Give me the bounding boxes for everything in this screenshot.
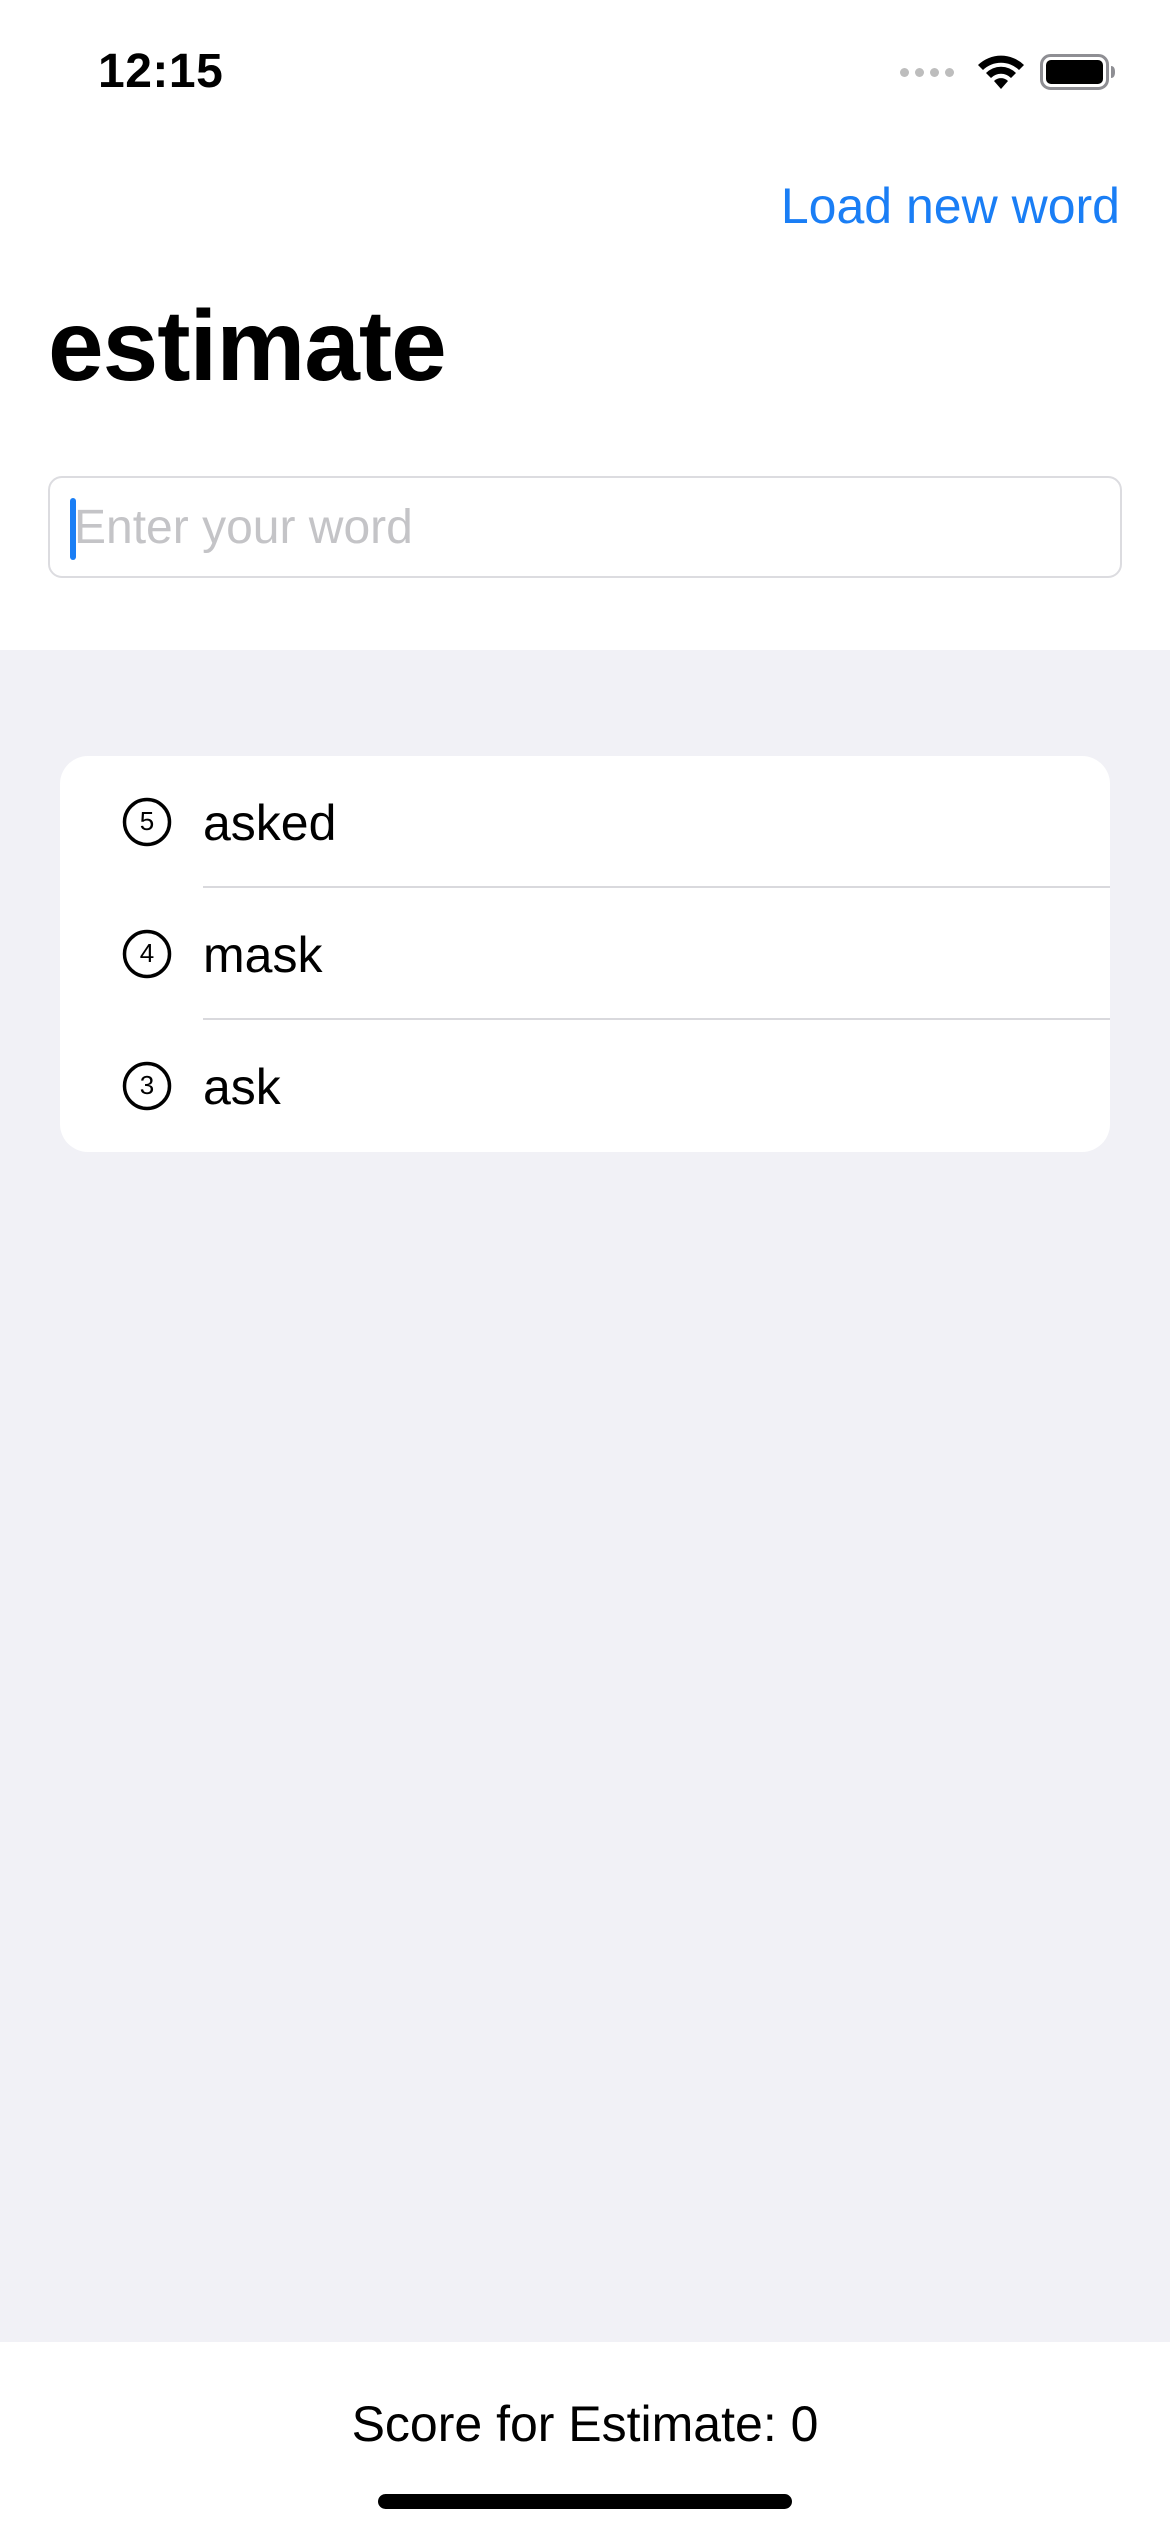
wifi-icon [978, 55, 1024, 89]
load-new-word-button[interactable]: Load new word [781, 176, 1120, 236]
word-score: 4 [140, 938, 154, 968]
circled-number-4-icon: 4 [122, 929, 172, 979]
list-item: 4 mask [60, 888, 1110, 1020]
word-label: asked [203, 795, 337, 851]
word-score: 5 [140, 806, 154, 836]
home-indicator[interactable] [378, 2494, 792, 2509]
list-item: 3 ask [60, 1020, 1110, 1152]
word-input-container[interactable] [48, 476, 1122, 578]
circled-number-3-icon: 3 [122, 1061, 172, 1111]
status-bar: 12:15 [0, 0, 1170, 150]
text-caret [70, 498, 76, 560]
battery-full-icon [1040, 54, 1115, 90]
status-icons [900, 52, 1116, 92]
circled-number-5-icon: 5 [122, 797, 172, 847]
used-words-section: 5 asked 4 mask 3 ask [0, 650, 1170, 2342]
status-time: 12:15 [98, 45, 224, 98]
score-label: Score for Estimate: 0 [351, 2396, 819, 2452]
page-title: estimate [48, 290, 447, 402]
list-item: 5 asked [60, 756, 1110, 888]
word-label: ask [203, 1059, 281, 1115]
bottom-bar: Score for Estimate: 0 [0, 2342, 1170, 2532]
cellular-signal-icon [900, 67, 954, 77]
word-score: 3 [140, 1070, 154, 1100]
used-words-list: 5 asked 4 mask 3 ask [60, 756, 1110, 1152]
word-input[interactable] [72, 478, 1104, 576]
word-label: mask [203, 927, 323, 983]
